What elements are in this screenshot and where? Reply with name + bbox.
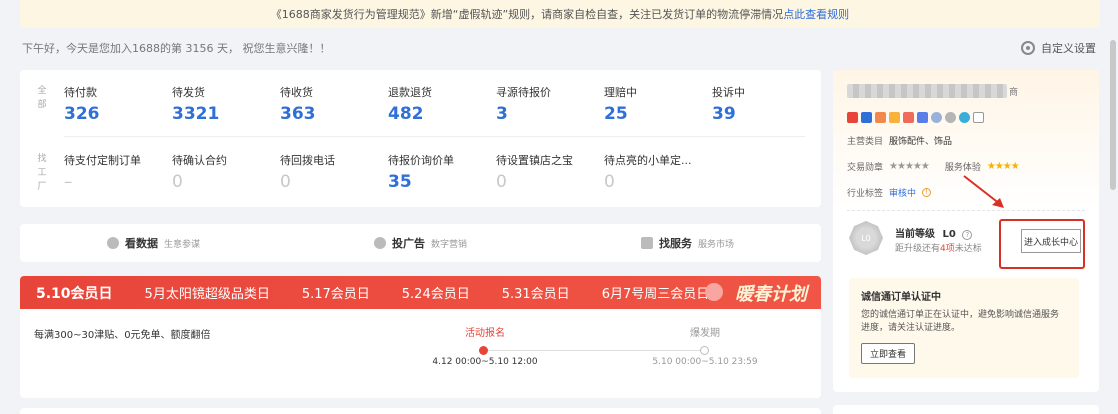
row-label-factory: 找工厂 [37, 154, 47, 192]
stat-pending-receipt[interactable]: 待收货 363 [280, 84, 388, 124]
promo-tab-4[interactable]: 5.31会员日 [502, 283, 570, 302]
flower-icon [705, 283, 723, 301]
tool-view-data[interactable]: 看数据 生意参谋 [106, 235, 200, 251]
shop-profile-panel: 商 主营类目 服饰配件、饰品 交易勋章 ★★★★★ 服务体验 ★★★★ 行业标签… [833, 70, 1099, 392]
stat-pending-shipment[interactable]: 待发货 3321 [172, 84, 280, 124]
enter-growth-center-button[interactable]: 进入成长中心 [1021, 229, 1081, 253]
cert-notice: 诚信通订单认证中 您的诚信通订单正在认证中，避免影响诚信通服务进度，请关注认证进… [849, 278, 1079, 378]
cert-title: 诚信通订单认证中 [861, 292, 941, 303]
stat-claims[interactable]: 理赔中 25 [604, 84, 712, 124]
row-label-all: 全部 [37, 86, 47, 110]
stat-complaints[interactable]: 投诉中 39 [712, 84, 820, 124]
tool-find-service[interactable]: 找服务 服务市场 [640, 235, 734, 251]
badge-icon [931, 112, 942, 123]
grid-icon [640, 237, 653, 249]
phase-burst: 爆发期 5.10 00:00~5.10 23:59 [652, 328, 758, 367]
notice-rules-link[interactable]: 点此查看规则 [783, 6, 849, 22]
phase-signup: 活动报名 4.12 00:00~5.10 12:00 [432, 328, 538, 367]
customize-label: 自定义设置 [1041, 42, 1096, 55]
badge-icon [875, 112, 886, 123]
stat-shop-treasure[interactable]: 待设置镇店之宝 0 [496, 152, 604, 194]
level-section: L0 当前等级 L0 ? 距升级还有4项未达标 进入成长中心 [833, 211, 1099, 271]
gear-icon [1021, 41, 1035, 55]
promo-tab-2[interactable]: 5.17会员日 [302, 283, 370, 302]
level-medal-icon: L0 [849, 221, 883, 255]
view-now-button[interactable]: 立即查看 [861, 343, 916, 364]
greeting-text: 下午好，今天是您加入1688的第 3156 天， 祝您生意兴隆！！ [22, 42, 331, 55]
info-icon: ! [922, 187, 932, 197]
shop-name-blurred [847, 84, 1007, 98]
help-icon[interactable]: ? [962, 230, 973, 240]
industry-status-link[interactable]: 审核中 [889, 186, 916, 199]
level-subtitle: 距升级还有4项未达标 [895, 244, 982, 254]
side-next-card-edge [833, 405, 1099, 414]
badge-icon [917, 112, 928, 123]
ad-icon [373, 237, 386, 249]
red-arrow-annotation [963, 175, 1004, 208]
stats-row-factory: 找工厂 待支付定制订单 – 待确认合约 0 待回拨电话 0 待报价询价单 35 待设置镇… [34, 152, 712, 194]
stats-row-all: 全部 待付款 326 待发货 3321 待收货 363 退款退货 482 寻源待报价 3 … [34, 84, 820, 124]
badge-icon [889, 112, 900, 123]
customize-settings-button[interactable]: 自定义设置 [1021, 40, 1096, 56]
stat-sourcing-quote[interactable]: 寻源待报价 3 [496, 84, 604, 124]
shop-badges [847, 112, 1085, 123]
stat-small-order[interactable]: 待点亮的小单定... 0 [604, 152, 712, 194]
promo-logo: 暖春计划 [735, 284, 807, 305]
data-icon [106, 237, 119, 249]
stats-divider [64, 136, 805, 137]
promo-description: 每满300~30津贴、0元免单、额度翻倍 [34, 330, 211, 341]
badge-icon [959, 112, 970, 123]
stat-contract[interactable]: 待确认合约 0 [172, 152, 280, 194]
tools-bar: 看数据 生意参谋 投广告 数字营销 找服务 服务市场 [20, 224, 821, 262]
promo-tab-bar: 5.10会员日 5月太阳镜超级品类日 5.17会员日 5.24会员日 5.31会… [20, 276, 821, 309]
promo-tab-3[interactable]: 5.24会员日 [402, 283, 470, 302]
promo-card: 5.10会员日 5月太阳镜超级品类日 5.17会员日 5.24会员日 5.31会… [20, 276, 821, 398]
scrollbar[interactable] [1110, 40, 1116, 190]
stat-callback[interactable]: 待回拨电话 0 [280, 152, 388, 194]
badge-icon [903, 112, 914, 123]
stat-refunds[interactable]: 退款退货 482 [388, 84, 496, 124]
badge-icon [945, 112, 956, 123]
service-stars: ★★★★ [986, 160, 1020, 172]
promo-tab-5[interactable]: 6月7号周三会员日 [602, 283, 710, 302]
stat-pending-payment[interactable]: 待付款 326 [64, 84, 172, 124]
main-category-row: 主营类目 服饰配件、饰品 [847, 136, 953, 147]
cert-description: 您的诚信通订单正在认证中，避免影响诚信通服务进度，请关注认证进度。 [861, 310, 1060, 333]
stat-inquiry-quote[interactable]: 待报价询价单 35 [388, 152, 496, 194]
badge-icon [847, 112, 858, 123]
order-stats-card: 全部 待付款 326 待发货 3321 待收货 363 退款退货 482 寻源待报价 3 … [20, 70, 821, 207]
notice-banner: 《1688商家发货行为管理规范》新增“虚假轨迹”规则，请商家自检自查，关注已发货… [20, 0, 1100, 28]
promo-tab-1[interactable]: 5月太阳镜超级品类日 [145, 283, 270, 302]
notice-text: 《1688商家发货行为管理规范》新增“虚假轨迹”规则，请商家自检自查，关注已发货… [270, 8, 784, 21]
trade-medal-stars: ★★★★★ [889, 160, 930, 172]
stat-custom-order[interactable]: 待支付定制订单 – [64, 152, 172, 194]
level-title: 当前等级 L0 ? [895, 225, 973, 240]
next-card-edge [20, 408, 821, 414]
badge-icon [861, 112, 872, 123]
tool-advertise[interactable]: 投广告 数字营销 [373, 235, 467, 251]
badge-icon [973, 112, 984, 123]
promo-tab-0[interactable]: 5.10会员日 [36, 283, 113, 303]
